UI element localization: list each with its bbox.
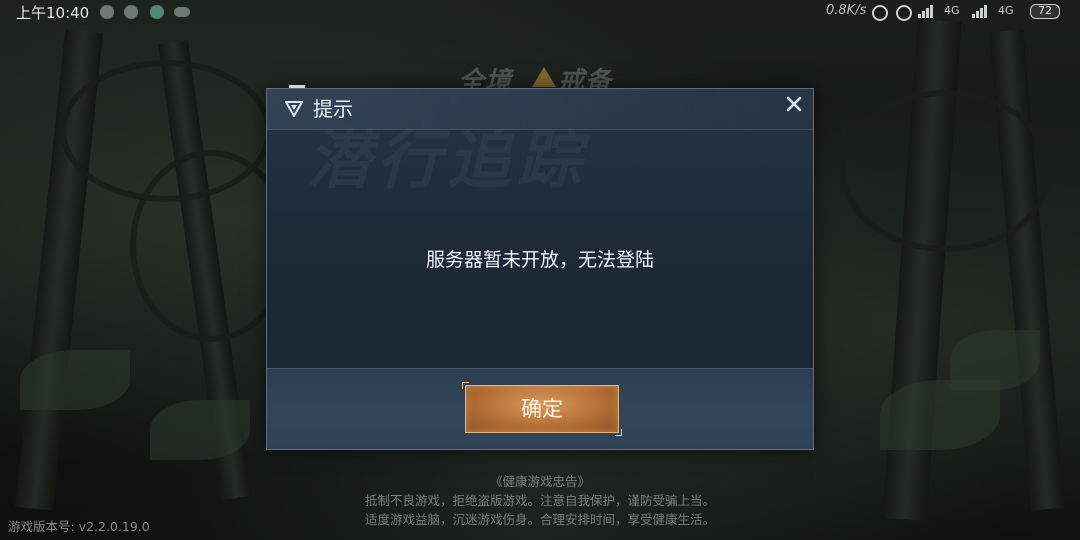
network-type-label: 4G: [944, 4, 960, 17]
network-type-label: 4G: [998, 4, 1014, 17]
dialog-message: 服务器暂未开放，无法登陆: [425, 249, 654, 271]
background-foliage: [150, 400, 250, 460]
notification-app-icon: [124, 5, 138, 19]
health-advice-line: 适度游戏益脑，沉迷游戏伤身。合理安排时间，享受健康生活。: [364, 512, 715, 527]
background-foliage: [20, 350, 130, 410]
game-logo-emblem-icon: [532, 67, 556, 87]
notification-app-icon: [100, 5, 114, 19]
game-screen: 上午10:40 0.8K/s 4G 4G 72 全境 戒备 潜行追踪 提示 服务…: [0, 0, 1080, 540]
dialog-header: 提示: [267, 89, 813, 130]
game-version: 游戏版本号: v2.2.0.19.0: [8, 519, 150, 534]
button-corner-decoration: [615, 429, 622, 436]
status-time: 上午10:40: [16, 4, 90, 22]
dialog-footer: 确定: [267, 368, 813, 449]
background-vine: [840, 90, 1052, 252]
notification-cloud-icon: [174, 7, 190, 17]
close-icon[interactable]: [783, 93, 805, 115]
health-advice-line: 抵制不良游戏，拒绝盗版游戏。注意自我保护，谨防受骗上当。: [364, 493, 715, 508]
health-advice-title: 《健康游戏忠告》: [489, 474, 590, 489]
status-bar: 上午10:40 0.8K/s 4G 4G 72: [0, 0, 1080, 24]
background-foliage: [880, 380, 1000, 450]
notification-app-icon: [150, 5, 164, 19]
signal-strength-icon: [972, 4, 990, 18]
network-speed: 0.8K/s: [826, 3, 867, 18]
confirm-button[interactable]: 确定: [462, 382, 622, 436]
hotspot-icon: [872, 5, 888, 21]
signal-strength-icon: [918, 4, 936, 18]
alert-dialog: 潜行追踪 提示 服务器暂未开放，无法登陆 确定: [266, 85, 814, 450]
dialog-title: 提示: [313, 97, 353, 121]
health-advice: 《健康游戏忠告》 抵制不良游戏，拒绝盗版游戏。注意自我保护，谨防受骗上当。 适度…: [0, 472, 1080, 529]
dialog-accent-line: [289, 85, 305, 88]
confirm-button-label: 确定: [521, 397, 563, 421]
alarm-icon: [896, 5, 912, 21]
dialog-emblem-icon: [285, 101, 303, 117]
button-corner-decoration: [462, 382, 469, 389]
battery-indicator: 72: [1030, 4, 1060, 19]
